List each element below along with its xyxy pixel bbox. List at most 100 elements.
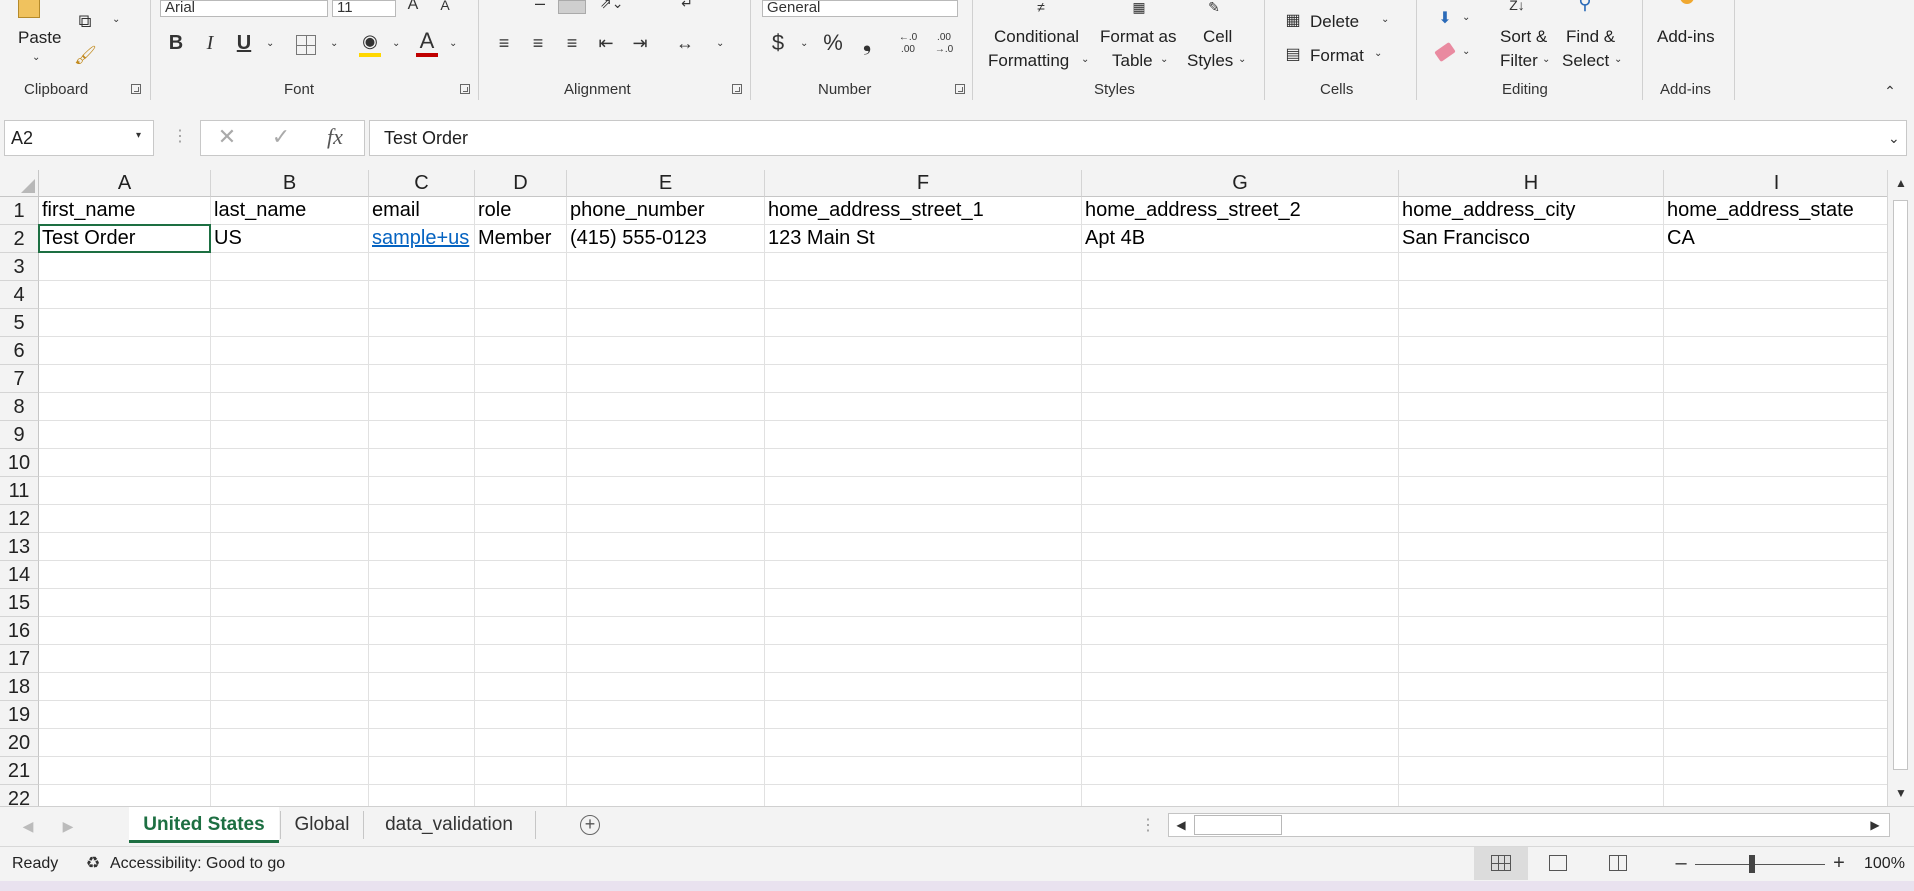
- cell-i21[interactable]: [1664, 757, 1887, 785]
- increase-decimal-button[interactable]: ←.0 .00: [892, 32, 924, 56]
- row-header-10[interactable]: 10: [0, 449, 39, 477]
- conditional-formatting-chevron[interactable]: ⌄: [1081, 54, 1089, 65]
- column-header-e[interactable]: E: [567, 170, 765, 197]
- cell-d11[interactable]: [475, 477, 567, 505]
- merge-center-icon[interactable]: ↔: [672, 32, 698, 54]
- cell-b5[interactable]: [211, 309, 369, 337]
- cell-h17[interactable]: [1399, 645, 1664, 673]
- find-select-icon[interactable]: ⚲: [1570, 0, 1600, 14]
- cell-f1[interactable]: home_address_street_1: [765, 197, 1082, 225]
- cell-b19[interactable]: [211, 701, 369, 729]
- cell-h21[interactable]: [1399, 757, 1664, 785]
- cell-b3[interactable]: [211, 253, 369, 281]
- cell-d20[interactable]: [475, 729, 567, 757]
- cell-g21[interactable]: [1082, 757, 1399, 785]
- cell-d10[interactable]: [475, 449, 567, 477]
- cell-e2[interactable]: (415) 555-0123: [567, 225, 765, 253]
- italic-button[interactable]: I: [200, 32, 220, 54]
- cell-a6[interactable]: [39, 337, 211, 365]
- cell-f11[interactable]: [765, 477, 1082, 505]
- format-as-table-chevron[interactable]: ⌄: [1160, 54, 1168, 65]
- percent-button[interactable]: %: [820, 32, 846, 54]
- vertical-scrollbar[interactable]: ▲ ▼: [1887, 170, 1914, 806]
- expand-formula-bar-icon[interactable]: ⌄: [1888, 130, 1900, 147]
- cell-f22[interactable]: [765, 785, 1082, 806]
- cell-h13[interactable]: [1399, 533, 1664, 561]
- cell-g11[interactable]: [1082, 477, 1399, 505]
- cell-h15[interactable]: [1399, 589, 1664, 617]
- row-header-3[interactable]: 3: [0, 253, 39, 281]
- cell-f4[interactable]: [765, 281, 1082, 309]
- accessibility-icon[interactable]: ♻: [82, 853, 104, 875]
- cell-e21[interactable]: [567, 757, 765, 785]
- cell-i2[interactable]: CA: [1664, 225, 1887, 253]
- horizontal-scrollbar[interactable]: ◀ ▶: [1168, 813, 1890, 837]
- cell-g7[interactable]: [1082, 365, 1399, 393]
- row-header-13[interactable]: 13: [0, 533, 39, 561]
- cell-e22[interactable]: [567, 785, 765, 806]
- cell-h14[interactable]: [1399, 561, 1664, 589]
- increase-font-size-icon[interactable]: A: [404, 0, 422, 16]
- hscroll-right-icon[interactable]: ▶: [1865, 814, 1885, 836]
- row-header-15[interactable]: 15: [0, 589, 39, 617]
- cell-styles-line1[interactable]: Cell: [1203, 27, 1232, 47]
- cell-d5[interactable]: [475, 309, 567, 337]
- clipboard-launcher-icon[interactable]: [131, 84, 141, 94]
- cell-c7[interactable]: [369, 365, 475, 393]
- cell-f5[interactable]: [765, 309, 1082, 337]
- cell-d19[interactable]: [475, 701, 567, 729]
- decrease-indent-icon[interactable]: ⇤: [594, 32, 618, 54]
- cell-styles-icon[interactable]: ✎: [1196, 0, 1232, 18]
- cell-f15[interactable]: [765, 589, 1082, 617]
- add-sheet-icon[interactable]: +: [580, 815, 600, 835]
- cell-d22[interactable]: [475, 785, 567, 806]
- cell-c4[interactable]: [369, 281, 475, 309]
- row-header-16[interactable]: 16: [0, 617, 39, 645]
- cell-f14[interactable]: [765, 561, 1082, 589]
- conditional-formatting-line2[interactable]: Formatting: [988, 51, 1069, 71]
- cell-d14[interactable]: [475, 561, 567, 589]
- font-launcher-icon[interactable]: [460, 84, 470, 94]
- underline-dropdown-chevron[interactable]: ⌄: [266, 38, 274, 49]
- row-header-2[interactable]: 2: [0, 225, 39, 253]
- insert-function-button[interactable]: fx: [322, 126, 348, 148]
- cell-a17[interactable]: [39, 645, 211, 673]
- row-header-9[interactable]: 9: [0, 421, 39, 449]
- cell-g16[interactable]: [1082, 617, 1399, 645]
- cell-a20[interactable]: [39, 729, 211, 757]
- cell-i20[interactable]: [1664, 729, 1887, 757]
- font-name-combo[interactable]: Arial: [160, 0, 328, 17]
- cell-a8[interactable]: [39, 393, 211, 421]
- name-box-dropdown-icon[interactable]: ▾: [136, 130, 141, 141]
- cancel-icon[interactable]: ✕: [214, 126, 240, 148]
- cell-h9[interactable]: [1399, 421, 1664, 449]
- cell-e14[interactable]: [567, 561, 765, 589]
- cell-a21[interactable]: [39, 757, 211, 785]
- cell-b7[interactable]: [211, 365, 369, 393]
- cell-f3[interactable]: [765, 253, 1082, 281]
- tab-splitter-icon[interactable]: ⋮: [1140, 815, 1156, 837]
- formula-input[interactable]: Test Order: [369, 120, 1907, 156]
- cell-c3[interactable]: [369, 253, 475, 281]
- cell-c5[interactable]: [369, 309, 475, 337]
- fill-down-icon[interactable]: ⬇: [1434, 8, 1456, 30]
- cell-c11[interactable]: [369, 477, 475, 505]
- cell-h10[interactable]: [1399, 449, 1664, 477]
- row-header-12[interactable]: 12: [0, 505, 39, 533]
- cell-g3[interactable]: [1082, 253, 1399, 281]
- cell-b9[interactable]: [211, 421, 369, 449]
- cell-f8[interactable]: [765, 393, 1082, 421]
- paste-button[interactable]: Paste: [18, 28, 61, 48]
- cell-e13[interactable]: [567, 533, 765, 561]
- clear-dropdown-chevron[interactable]: ⌄: [1462, 46, 1470, 57]
- cell-b8[interactable]: [211, 393, 369, 421]
- cell-b6[interactable]: [211, 337, 369, 365]
- cell-h19[interactable]: [1399, 701, 1664, 729]
- font-size-combo[interactable]: 11: [332, 0, 396, 17]
- more-options-icon[interactable]: ⋮: [172, 126, 188, 148]
- cell-c21[interactable]: [369, 757, 475, 785]
- cell-e6[interactable]: [567, 337, 765, 365]
- increase-indent-icon[interactable]: ⇥: [628, 32, 652, 54]
- format-dropdown-chevron[interactable]: ⌄: [1374, 48, 1382, 59]
- cell-f7[interactable]: [765, 365, 1082, 393]
